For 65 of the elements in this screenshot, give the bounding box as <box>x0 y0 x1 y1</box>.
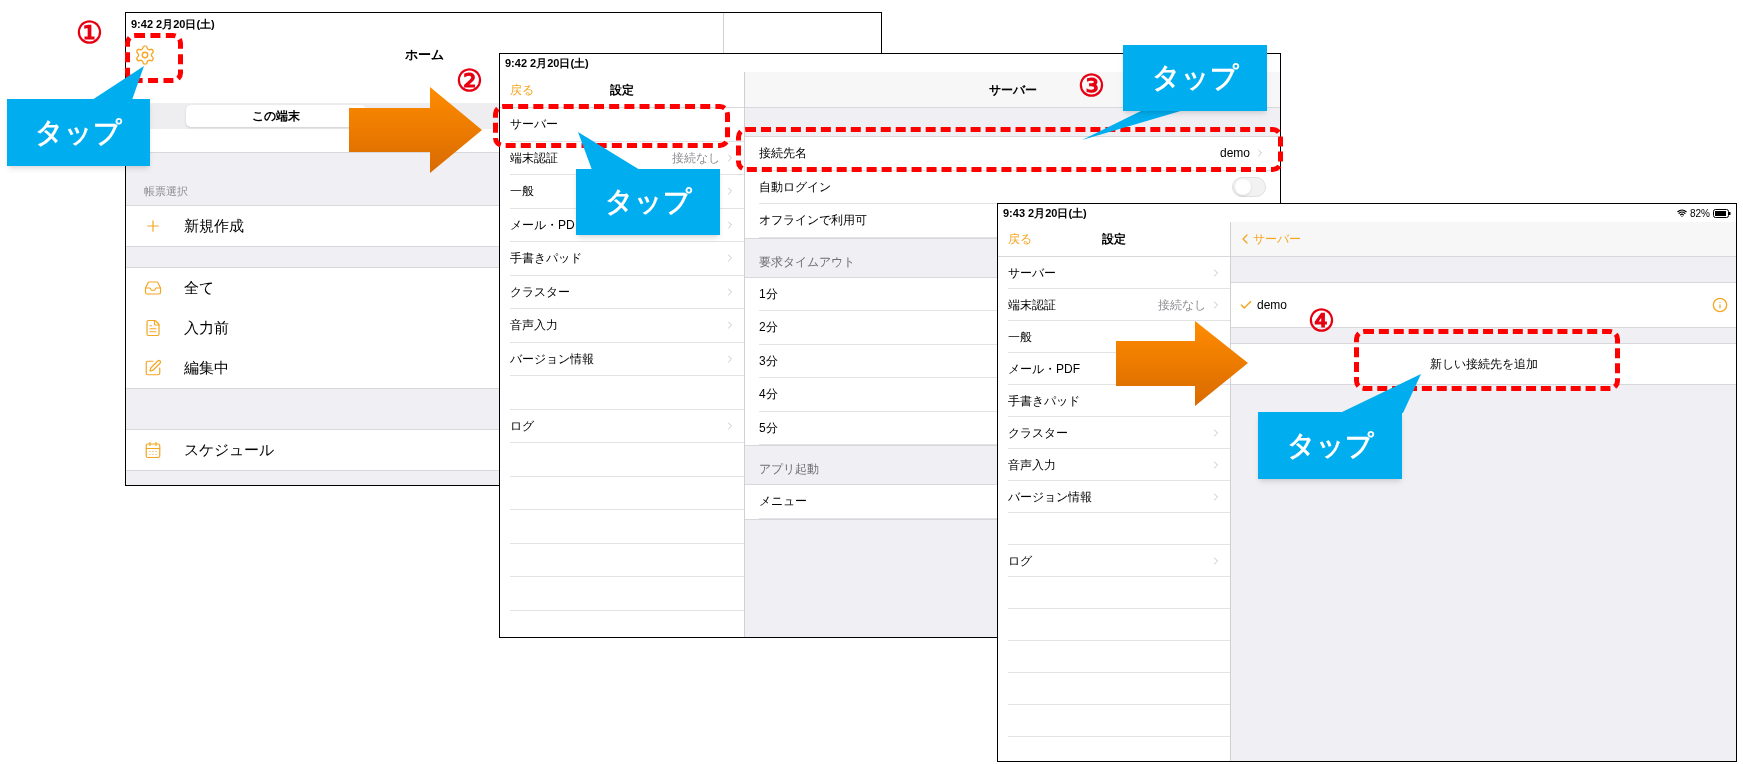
list-item[interactable]: 全て <box>184 276 214 300</box>
settings-row-label[interactable]: 接続先名 <box>759 144 807 163</box>
row-icon <box>144 319 162 337</box>
menu-item[interactable]: 手書きパッド <box>1008 391 1080 410</box>
menu-item[interactable]: サーバー <box>1008 263 1056 282</box>
section-header: アプリ起動 <box>759 461 819 478</box>
row-icon <box>144 441 162 459</box>
battery-percent: 82% <box>1690 206 1710 221</box>
menu-item-detail: 接続なし <box>672 149 720 167</box>
step-number: ③ <box>1078 71 1105 101</box>
menu-item[interactable]: バージョン情報 <box>1008 487 1092 506</box>
wifi-icon <box>1677 208 1687 218</box>
menu-item[interactable]: メール・PDF <box>1008 359 1080 378</box>
info-icon[interactable] <box>1712 297 1728 313</box>
section-header: 要求タイムアウト <box>759 253 855 271</box>
add-connection-button[interactable]: 新しい接続先を追加 <box>1231 343 1736 385</box>
settings-row-label: 5分 <box>759 419 778 437</box>
pane-title: サーバー <box>988 81 1037 99</box>
menu-item[interactable]: 音声入力 <box>1008 455 1056 474</box>
pane-title: 設定 <box>610 81 634 99</box>
battery-icon <box>1713 208 1731 218</box>
menu-item[interactable]: 端末認証 <box>510 148 558 167</box>
row-icon <box>144 279 162 297</box>
list-item[interactable]: 入力前 <box>184 316 229 340</box>
settings-row-label: オフラインで利用可 <box>759 212 867 230</box>
menu-item-detail: 接続なし <box>1158 296 1206 314</box>
settings-row-label: 2分 <box>759 319 778 337</box>
settings-row-label: 1分 <box>759 285 778 303</box>
row-icon <box>144 359 162 377</box>
list-item[interactable]: 編集中 <box>184 356 229 380</box>
menu-item[interactable]: クラスター <box>1008 423 1068 442</box>
settings-row-label: メニュー <box>759 493 807 511</box>
menu-item[interactable]: ログ <box>1008 551 1032 570</box>
list-item[interactable]: スケジュール <box>184 438 274 462</box>
callout-pointer <box>578 132 640 170</box>
row-value: demo <box>1219 145 1250 163</box>
status-time: 9:42 2月20日(土) <box>131 16 215 32</box>
settings-row-label: 4分 <box>759 386 778 404</box>
settings-icon[interactable] <box>134 44 156 66</box>
settings-row-label[interactable]: 自動ログイン <box>759 177 831 196</box>
section-header: 帳票選択 <box>144 183 188 199</box>
settings-row-label: 3分 <box>759 352 778 370</box>
callout-pointer <box>92 66 144 100</box>
menu-item[interactable]: クラスター <box>510 282 570 301</box>
menu-item[interactable]: 音声入力 <box>510 316 558 335</box>
menu-item[interactable]: 一般 <box>510 182 534 201</box>
status-time: 9:42 2月20日(土) <box>505 55 589 71</box>
menu-item[interactable]: 一般 <box>1008 327 1032 346</box>
menu-item[interactable]: ログ <box>510 416 534 435</box>
menu-item[interactable]: バージョン情報 <box>510 349 594 368</box>
menu-item[interactable]: 手書きパッド <box>510 249 582 268</box>
step-number: ④ <box>1308 306 1335 336</box>
segment-tab[interactable]: この端末 <box>186 105 366 127</box>
pane-title: 設定 <box>1102 231 1126 248</box>
server-name[interactable]: demo <box>1257 296 1288 314</box>
list-item[interactable]: 新規作成 <box>184 214 244 238</box>
row-icon <box>144 217 162 235</box>
toggle-switch[interactable] <box>1232 176 1266 197</box>
step-number: ① <box>76 18 103 48</box>
menu-item[interactable]: メール・PD <box>510 215 575 234</box>
status-time: 9:43 2月20日(土) <box>1003 205 1087 221</box>
step-number: ② <box>456 66 483 96</box>
menu-item[interactable]: サーバー <box>510 115 558 134</box>
menu-item[interactable]: 端末認証 <box>1008 295 1056 314</box>
screen-title: ホーム <box>405 46 444 65</box>
